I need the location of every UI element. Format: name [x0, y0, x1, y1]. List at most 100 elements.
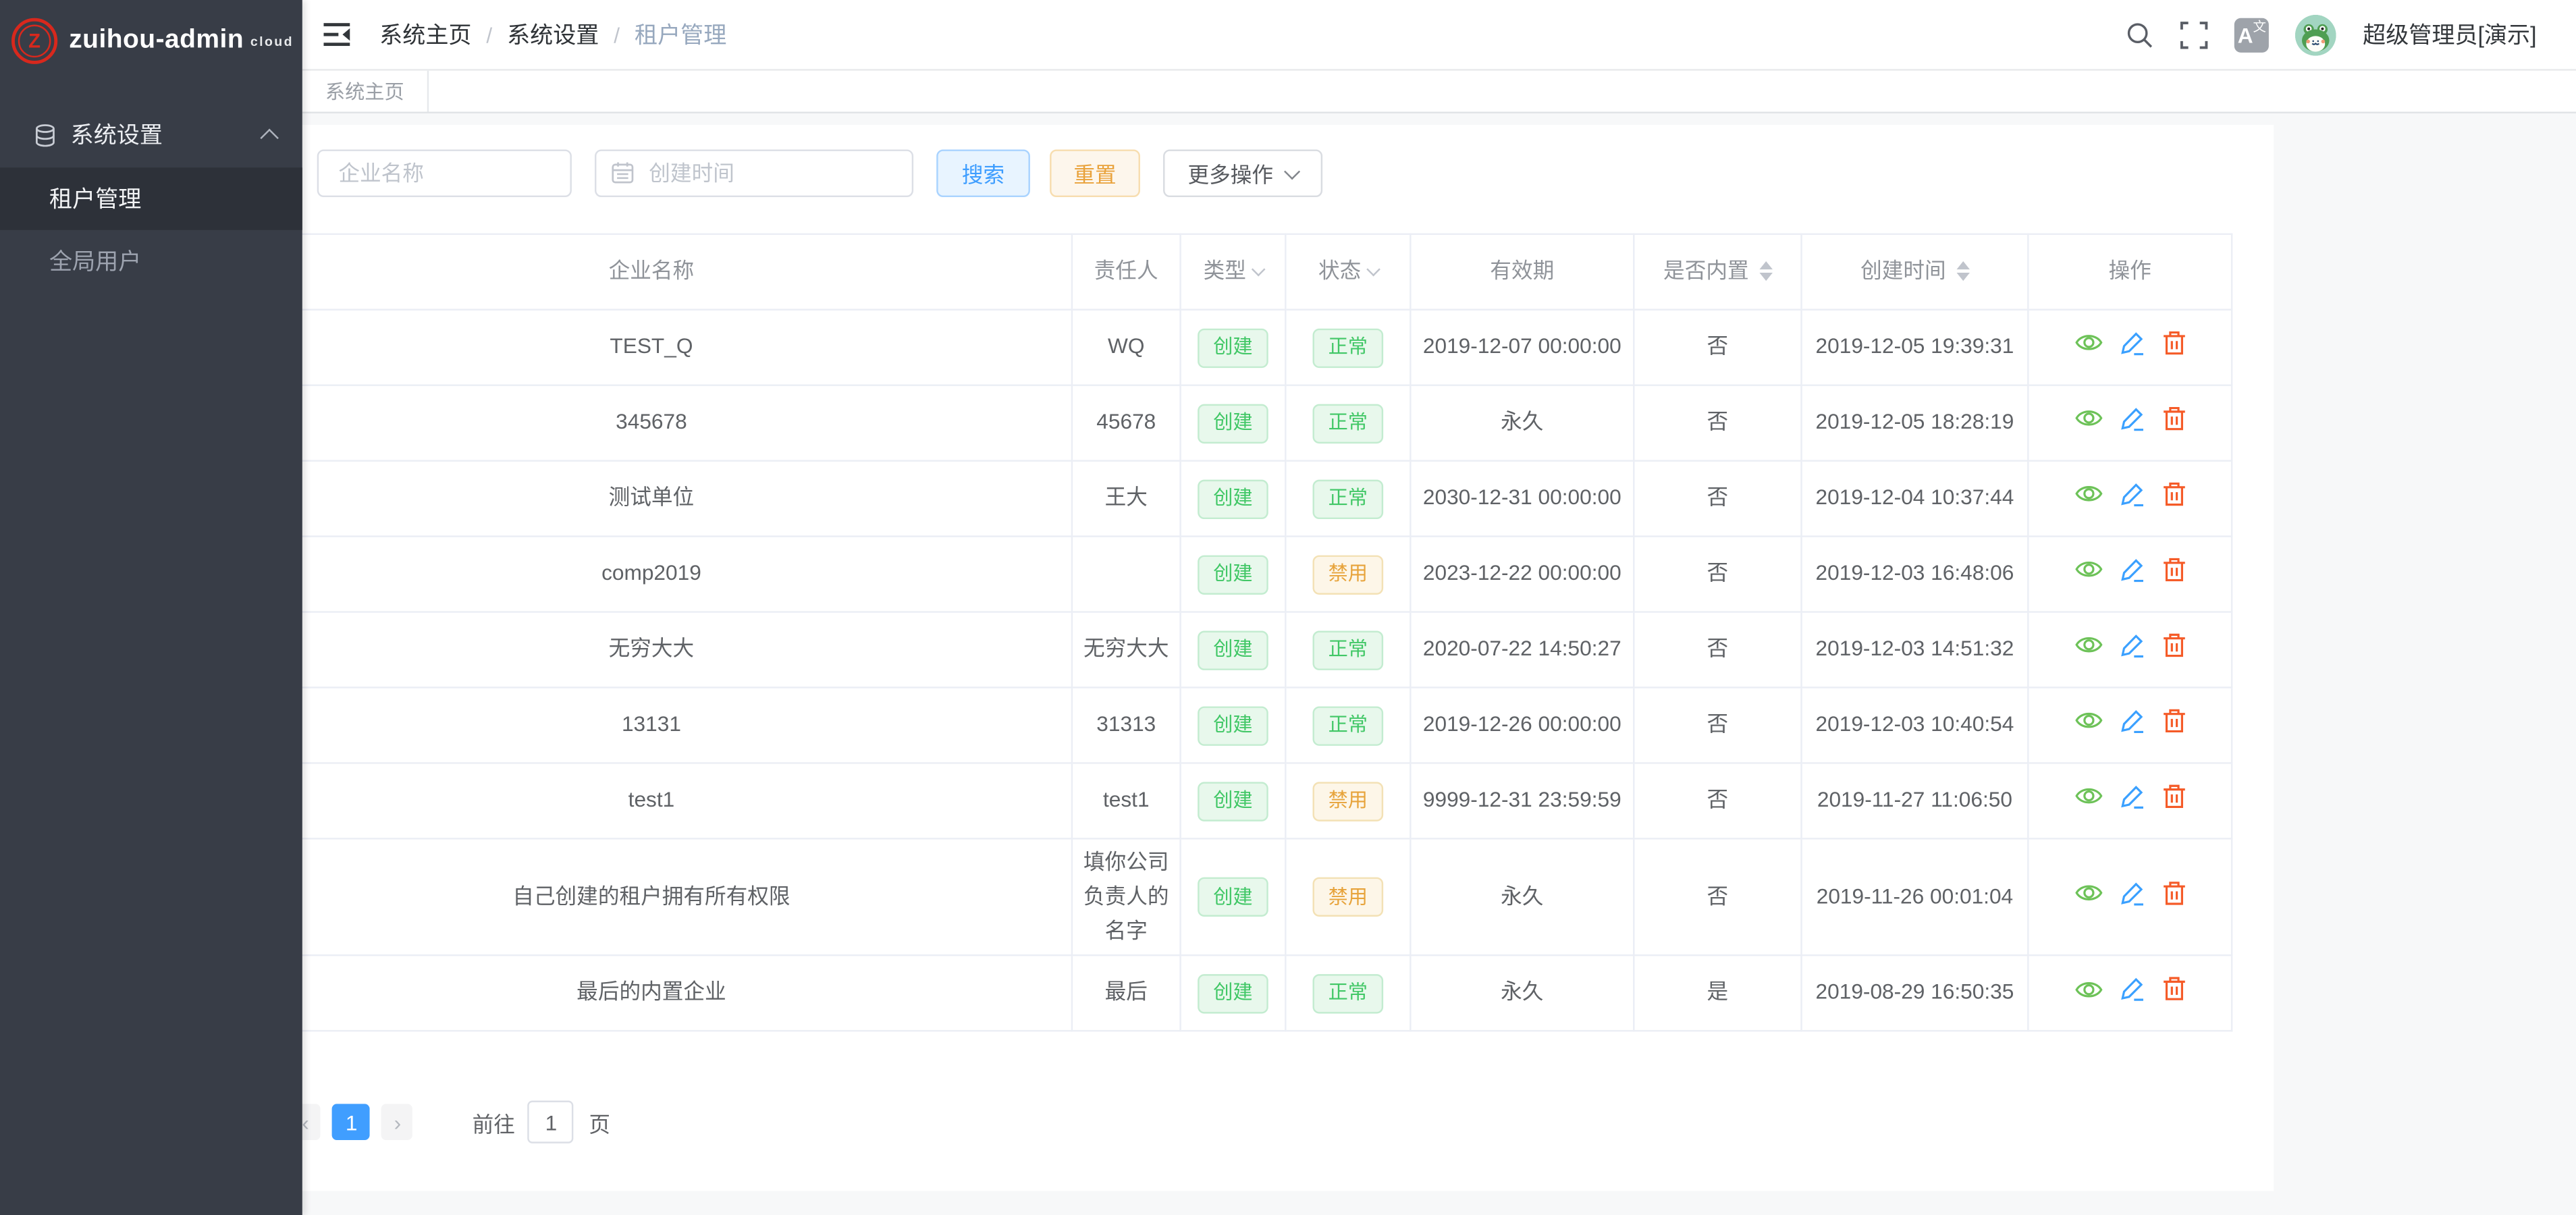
more-actions-button[interactable]: 更多操作: [1163, 149, 1322, 197]
edit-pencil-icon[interactable]: [2118, 783, 2145, 809]
status-cell: 正常: [1285, 310, 1410, 385]
delete-trash-icon[interactable]: [2161, 976, 2186, 1002]
builtin-cell-value: 否: [1707, 560, 1729, 585]
delete-trash-icon[interactable]: [2161, 632, 2186, 659]
sort-carets-icon[interactable]: [1956, 262, 1968, 281]
create-time-input[interactable]: [595, 149, 913, 197]
edit-pencil-icon[interactable]: [2118, 880, 2145, 906]
status-cell: 正常: [1285, 612, 1410, 688]
search-icon[interactable]: [2126, 20, 2154, 48]
created-cell-value: 2019-12-03 10:40:54: [1816, 711, 2014, 736]
sort-carets-icon[interactable]: [1759, 262, 1771, 281]
view-eye-icon[interactable]: [2074, 979, 2102, 1000]
expiry-cell: 2019-12-07 00:00:00: [1410, 310, 1634, 385]
table-header-row: 企业编码企业名称责任人类型状态有效期是否内置创建时间操作: [41, 234, 2232, 310]
column-header-状态[interactable]: 状态: [1285, 234, 1410, 310]
page-number-1[interactable]: 1: [333, 1104, 371, 1140]
status-cell: 正常: [1285, 385, 1410, 461]
edit-pencil-icon[interactable]: [2118, 976, 2145, 1002]
created-cell-value: 2019-12-05 18:28:19: [1816, 409, 2014, 434]
column-label: 操作: [2109, 254, 2151, 289]
more-actions-label: 更多操作: [1188, 158, 1274, 189]
delete-trash-icon[interactable]: [2161, 557, 2186, 583]
created-cell-value: 2019-08-29 16:50:35: [1816, 980, 2014, 1005]
view-eye-icon[interactable]: [2074, 710, 2102, 732]
column-header-类型[interactable]: 类型: [1181, 234, 1286, 310]
view-eye-icon[interactable]: [2074, 786, 2102, 807]
view-eye-icon[interactable]: [2074, 408, 2102, 429]
breadcrumb-item-1[interactable]: 系统设置: [507, 18, 599, 51]
builtin-cell-value: 否: [1707, 711, 1729, 736]
filter-arrow-icon[interactable]: [1251, 263, 1265, 277]
expiry-cell-value: 9999-12-31 23:59:59: [1423, 787, 1621, 812]
collapse-sidebar-icon[interactable]: [323, 23, 350, 46]
top-navbar: 系统主页/系统设置/租户管理 A文: [302, 0, 2576, 71]
column-label: 有效期: [1490, 254, 1554, 289]
delete-trash-icon[interactable]: [2161, 481, 2186, 508]
logo-icon: Z: [11, 18, 57, 64]
expiry-cell: 2023-12-22 00:00:00: [1410, 537, 1634, 612]
avatar[interactable]: [2295, 14, 2336, 55]
created-cell: 2019-12-03 16:48:06: [1802, 537, 2029, 612]
owner-cell-value: 31313: [1096, 711, 1156, 736]
table-row: 21212121313131313创建正常2019-12-26 00:00:00…: [41, 687, 2232, 763]
delete-trash-icon[interactable]: [2161, 708, 2186, 734]
app-logo: Z zuihou-admin cloud: [0, 0, 302, 82]
company-name-input[interactable]: [317, 149, 572, 197]
view-eye-icon[interactable]: [2074, 634, 2102, 656]
app-title-suffix: cloud: [250, 34, 294, 49]
breadcrumb-item-0[interactable]: 系统主页: [379, 18, 471, 51]
type-cell: 创建: [1181, 612, 1286, 688]
company-name-cell: TEST_Q: [231, 310, 1072, 385]
user-name[interactable]: 超级管理员[演示]: [2363, 18, 2536, 51]
delete-trash-icon[interactable]: [2161, 783, 2186, 809]
company-name-cell-value: 最后的内置企业: [576, 980, 726, 1005]
owner-cell-value: 王大: [1105, 485, 1148, 510]
sidebar-group-system-settings[interactable]: 系统设置: [0, 102, 302, 167]
company-name-cell: 345678: [231, 385, 1072, 461]
type-cell: 创建: [1181, 687, 1286, 763]
edit-pencil-icon[interactable]: [2118, 557, 2145, 583]
fullscreen-icon[interactable]: [2180, 20, 2208, 48]
company-name-cell: 测试单位: [231, 461, 1072, 537]
builtin-cell: 否: [1634, 310, 1801, 385]
type-cell: 创建: [1181, 537, 1286, 612]
created-cell-value: 2019-12-03 14:51:32: [1816, 636, 2014, 661]
view-eye-icon[interactable]: [2074, 559, 2102, 580]
table-row: test1test1test1创建禁用9999-12-31 23:59:59否2…: [41, 763, 2232, 838]
edit-pencil-icon[interactable]: [2118, 632, 2145, 659]
table-row: 0001自己创建的租户拥有所有权限填你公司负责人的名字创建禁用永久否2019-1…: [41, 838, 2232, 956]
view-eye-icon[interactable]: [2074, 882, 2102, 904]
search-button[interactable]: 搜索: [936, 149, 1030, 197]
delete-trash-icon[interactable]: [2161, 330, 2186, 356]
language-icon[interactable]: A文: [2234, 18, 2269, 52]
status-cell: 正常: [1285, 956, 1410, 1031]
delete-trash-icon[interactable]: [2161, 880, 2186, 906]
sidebar-menu: 系统设置 租户管理全局用户: [0, 102, 302, 292]
actions-cell: [2028, 956, 2232, 1031]
edit-pencil-icon[interactable]: [2118, 708, 2145, 734]
tab-system-home[interactable]: 系统主页: [302, 71, 429, 112]
owner-cell: WQ: [1072, 310, 1181, 385]
view-eye-icon[interactable]: [2074, 332, 2102, 354]
column-label: 创建时间: [1860, 254, 1946, 289]
column-header-是否内置[interactable]: 是否内置: [1634, 234, 1801, 310]
expiry-cell: 永久: [1410, 838, 1634, 956]
edit-pencil-icon[interactable]: [2118, 406, 2145, 432]
delete-trash-icon[interactable]: [2161, 406, 2186, 432]
filter-arrow-icon[interactable]: [1366, 263, 1380, 277]
sidebar-item-label: 租户管理: [49, 182, 141, 215]
sidebar-item-1[interactable]: 全局用户: [0, 230, 302, 292]
edit-pencil-icon[interactable]: [2118, 330, 2145, 356]
owner-cell: 45678: [1072, 385, 1181, 461]
reset-button[interactable]: 重置: [1050, 149, 1140, 197]
type-cell: 创建: [1181, 385, 1286, 461]
sidebar-item-0[interactable]: 租户管理: [0, 167, 302, 230]
expiry-cell-value: 2019-12-26 00:00:00: [1423, 711, 1621, 736]
view-eye-icon[interactable]: [2074, 483, 2102, 505]
edit-pencil-icon[interactable]: [2118, 481, 2145, 508]
builtin-cell: 否: [1634, 612, 1801, 688]
column-header-创建时间[interactable]: 创建时间: [1802, 234, 2029, 310]
next-page-button[interactable]: ›: [382, 1104, 413, 1140]
goto-page-input[interactable]: [528, 1101, 574, 1143]
